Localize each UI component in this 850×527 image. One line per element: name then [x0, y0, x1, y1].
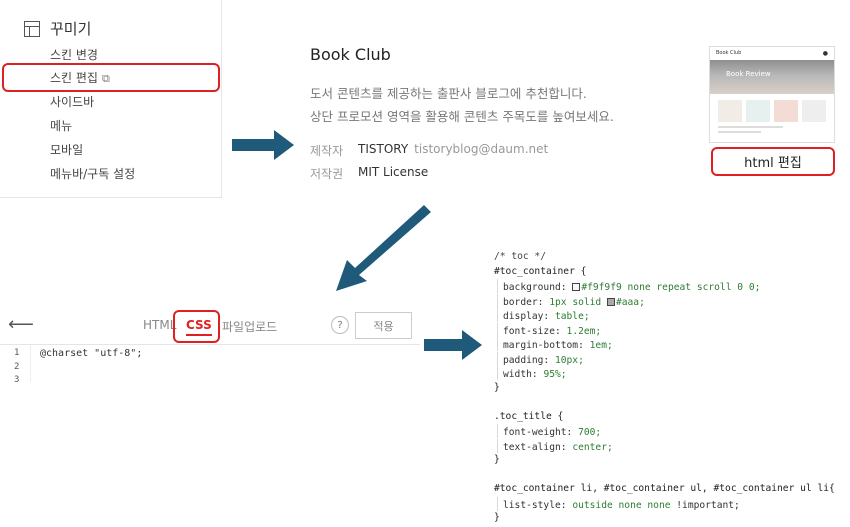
- css-property: width:: [503, 369, 544, 380]
- css-blank-line: [494, 395, 835, 410]
- css-code-block: /* toc */ #toc_container { background: #…: [494, 250, 835, 526]
- css-close-brace: }: [494, 512, 500, 523]
- css-property: list-style:: [503, 499, 573, 511]
- html-edit-button[interactable]: html 편집: [711, 147, 835, 176]
- css-property: font-weight:: [503, 427, 579, 438]
- css-property: padding:: [503, 354, 555, 366]
- css-declaration: width: 95%;: [494, 366, 835, 381]
- css-close-brace: }: [494, 381, 500, 393]
- line-number: 2: [14, 362, 20, 372]
- code-line[interactable]: @charset "utf-8";: [40, 348, 142, 359]
- decorate-menu-heading[interactable]: 꾸미기: [24, 18, 91, 39]
- css-declaration: display: table;: [494, 308, 835, 323]
- skin-edit-highlight: [2, 63, 220, 92]
- line-number-gutter: 1 2 3: [0, 345, 30, 385]
- thumbnail-site-name: Book Club: [716, 50, 742, 56]
- css-declaration: background: #f9f9f9 none repeat scroll 0…: [494, 279, 835, 294]
- skin-title: Book Club: [310, 45, 391, 64]
- css-value: table;: [554, 311, 590, 322]
- search-icon: ●: [822, 50, 828, 57]
- line-number: 1: [14, 348, 20, 358]
- thumbnail-card: [774, 100, 798, 122]
- css-declaration: border: 1px solid #aaa;: [494, 293, 835, 309]
- css-selector: .toc_title {: [494, 410, 564, 422]
- author-label: 제작자: [310, 144, 344, 158]
- thumbnail-card: [802, 100, 826, 122]
- css-value: #aaa;: [615, 296, 645, 308]
- author-email: tistoryblog@daum.net: [414, 142, 549, 156]
- css-property: margin-bottom:: [503, 340, 590, 351]
- thumbnail-hero-text: Book Review: [726, 70, 771, 78]
- css-important: !important;: [676, 499, 740, 511]
- line-number: 3: [14, 375, 20, 385]
- css-property: font-size:: [503, 325, 567, 337]
- tab-html[interactable]: HTML: [143, 318, 176, 332]
- arrow-right-icon: [424, 330, 482, 360]
- css-value: 1em;: [589, 340, 613, 351]
- css-property: border:: [503, 296, 550, 308]
- css-declaration: list-style: outside none none !important…: [494, 496, 835, 512]
- css-declaration: text-align: center;: [494, 438, 835, 454]
- license-value: MIT License: [358, 165, 429, 179]
- tab-file-upload[interactable]: 파일업로드: [222, 318, 277, 335]
- css-selector: #toc_container li, #toc_container ul, #t…: [494, 483, 835, 494]
- license-label: 저작권: [310, 167, 344, 181]
- skin-thumbnail: Book Club ● Book Review: [709, 46, 835, 143]
- apply-button[interactable]: 적용: [355, 312, 412, 339]
- skin-sidebar-panel: 꾸미기 스킨 변경 스킨 편집 ⧉ 사이드바 메뉴 모바일 메뉴바/구독 설정: [0, 0, 222, 198]
- css-value: 1px solid: [549, 296, 607, 308]
- arrow-down-left-icon: [336, 205, 431, 291]
- css-value: #f9f9f9 none repeat scroll 0 0;: [581, 282, 761, 293]
- css-property: background:: [503, 282, 573, 293]
- css-declaration: font-weight: 700;: [494, 424, 835, 439]
- css-value: 95%;: [543, 369, 567, 380]
- author-name: TISTORY: [358, 142, 409, 156]
- css-property: text-align:: [503, 441, 573, 453]
- skin-description-line2: 상단 프로모션 영역을 활용해 콘텐츠 주목도를 높여보세요.: [310, 109, 614, 124]
- color-swatch: [572, 283, 581, 291]
- css-blank-line: [494, 468, 835, 483]
- skin-description-line1: 도서 콘텐츠를 제공하는 출판사 블로그에 추천합니다.: [310, 86, 587, 101]
- css-declaration: padding: 10px;: [494, 351, 835, 367]
- help-icon[interactable]: ?: [331, 316, 349, 334]
- css-declaration: font-size: 1.2em;: [494, 322, 835, 338]
- sidebar-item-sidebar[interactable]: 사이드바: [50, 94, 94, 110]
- css-comment: /* toc */: [494, 251, 546, 262]
- gutter-divider: [30, 345, 31, 382]
- css-selector: #toc_container {: [494, 265, 587, 277]
- sidebar-item-mobile[interactable]: 모바일: [50, 142, 83, 158]
- sidebar-item-menubar[interactable]: 메뉴바/구독 설정: [50, 166, 135, 182]
- thumbnail-card: [718, 100, 742, 122]
- author-value: TISTORY tistoryblog@daum.net: [358, 142, 548, 156]
- css-value: center;: [572, 441, 613, 453]
- layout-icon: [24, 20, 40, 37]
- css-value: 1.2em;: [566, 325, 602, 337]
- css-tab-highlight: [173, 310, 220, 343]
- menu-heading-label: 꾸미기: [50, 20, 92, 38]
- sidebar-item-skin-change[interactable]: 스킨 변경: [50, 47, 98, 63]
- color-swatch: [606, 297, 615, 306]
- sidebar-item-menu[interactable]: 메뉴: [50, 118, 72, 134]
- css-value: outside none none: [572, 499, 677, 511]
- css-declaration: margin-bottom: 1em;: [494, 337, 835, 352]
- arrow-left-icon[interactable]: ⟵: [8, 316, 34, 334]
- css-close-brace: }: [494, 454, 500, 465]
- css-value: 700;: [578, 427, 602, 438]
- thumbnail-card: [746, 100, 770, 122]
- css-property: display:: [503, 311, 555, 322]
- css-value: 10px;: [554, 354, 584, 366]
- arrow-right-icon: [232, 130, 294, 160]
